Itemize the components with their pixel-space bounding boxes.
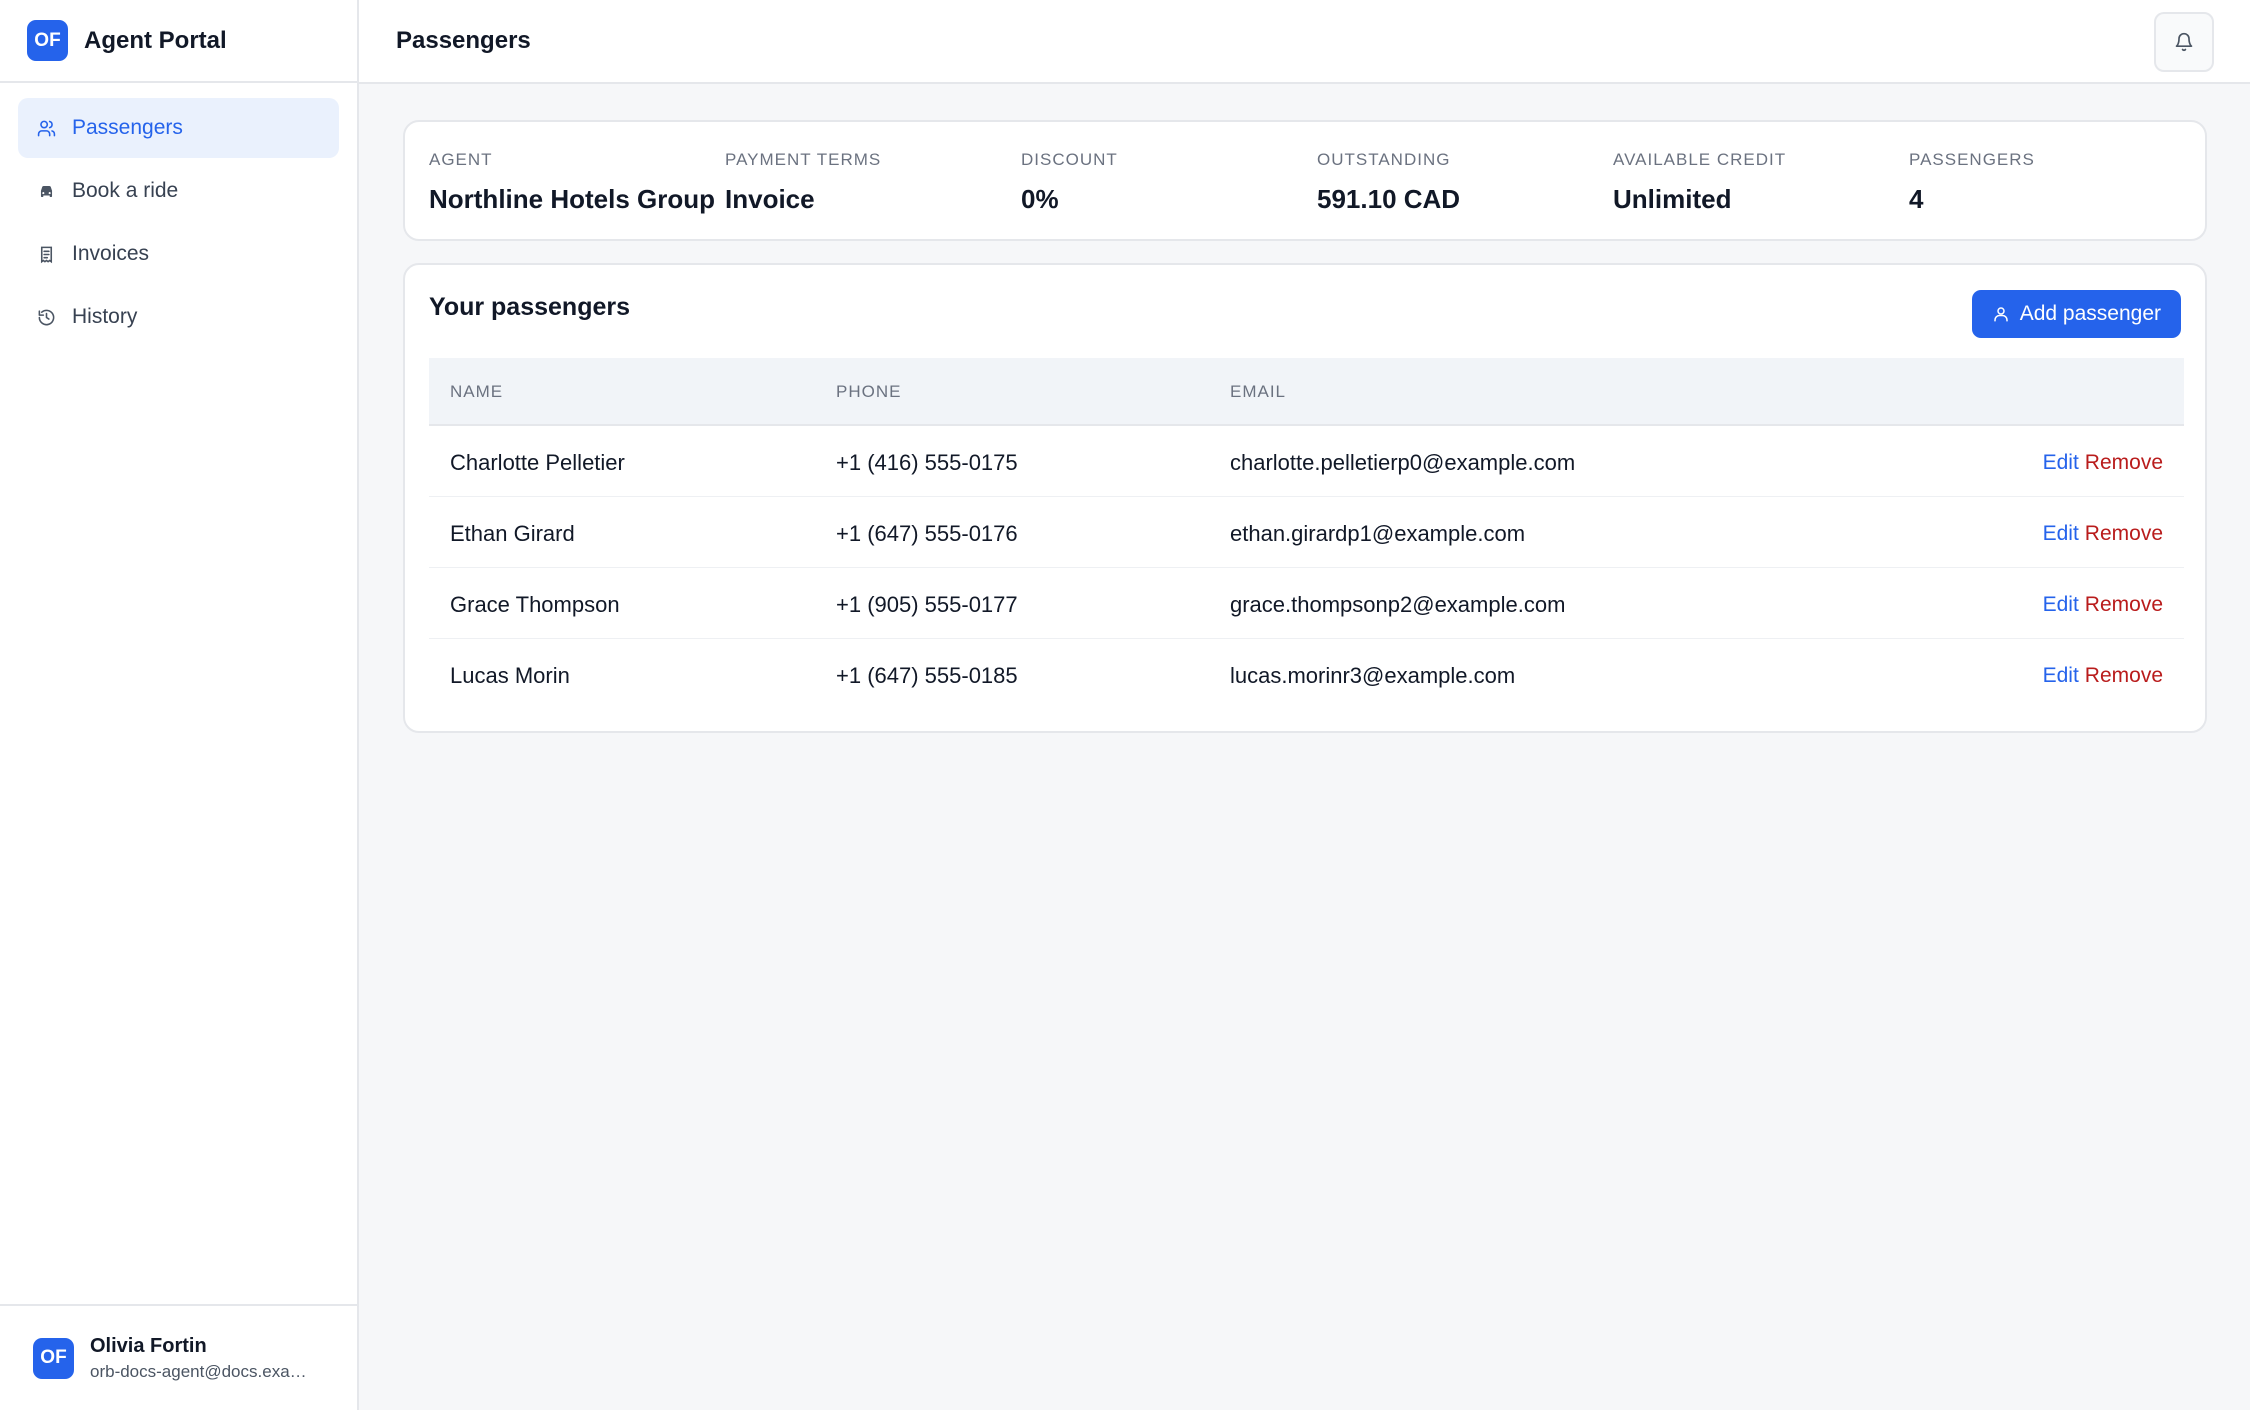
add-passenger-button[interactable]: Add passenger (1971, 290, 2181, 338)
passenger-phone: +1 (905) 555-0177 (836, 592, 1018, 617)
sidebar-item-invoices[interactable]: Invoices (18, 224, 339, 284)
table-row: Ethan Girard +1 (647) 555-0176 ethan.gir… (429, 497, 2184, 568)
passenger-email: lucas.morinr3@example.com (1230, 663, 1516, 688)
sidebar: OF Agent Portal Passengers Book a ride I… (0, 0, 359, 1410)
account-summary: Agent Northline Hotels Group Payment ter… (403, 120, 2207, 241)
edit-button[interactable]: Edit (2043, 593, 2079, 616)
passenger-phone: +1 (647) 555-0185 (836, 663, 1018, 688)
passenger-phone: +1 (647) 555-0176 (836, 521, 1018, 546)
column-header-phone[interactable]: Phone (836, 382, 901, 402)
stat-payment-terms: Payment terms Invoice (725, 150, 881, 215)
stat-label: Passengers (1909, 150, 2035, 169)
section-title: Your passengers (429, 293, 631, 321)
passenger-email: grace.thompsonp2@example.com (1230, 592, 1566, 617)
passenger-name: Charlotte Pelletier (450, 450, 625, 475)
passenger-name: Grace Thompson (450, 592, 620, 617)
passengers-table: Name Phone Email Charlotte Pelletier +1 … (429, 358, 2184, 710)
edit-button[interactable]: Edit (2043, 451, 2079, 474)
remove-button[interactable]: Remove (2085, 451, 2163, 474)
user-profile[interactable]: OF Olivia Fortin orb-docs-agent@docs.exa… (0, 1304, 357, 1410)
sidebar-item-label: Invoices (72, 242, 150, 265)
table-row: Charlotte Pelletier +1 (416) 555-0175 ch… (429, 426, 2184, 497)
sidebar-item-history[interactable]: History (18, 287, 339, 347)
stat-available-credit: Available credit Unlimited (1613, 150, 1786, 215)
stat-label: Outstanding (1317, 150, 1451, 169)
user-icon (1992, 305, 2020, 323)
remove-button[interactable]: Remove (2085, 664, 2163, 687)
avatar: OF (33, 1337, 74, 1379)
history-icon (36, 307, 56, 327)
page-title: Passengers (396, 27, 531, 54)
bell-icon (2174, 32, 2194, 52)
row-actions: Edit Remove (2043, 451, 2163, 475)
table-row: Lucas Morin +1 (647) 555-0185 lucas.mori… (429, 639, 2184, 710)
user-info: Olivia Fortin orb-docs-agent@docs.exampl… (90, 1335, 320, 1382)
sidebar-nav: Passengers Book a ride Invoices History (0, 83, 357, 365)
stat-discount: Discount 0% (1021, 150, 1118, 215)
stat-label: Agent (429, 150, 493, 169)
stat-value: Unlimited (1613, 184, 1732, 214)
passengers-card: Your passengers Add passenger Name Phone… (403, 263, 2207, 733)
passenger-name: Ethan Girard (450, 521, 575, 546)
sidebar-item-label: Passengers (72, 116, 183, 139)
column-header-name[interactable]: Name (450, 382, 503, 402)
stat-value: Northline Hotels Group (429, 184, 715, 214)
brand-logo: OF (27, 20, 68, 61)
edit-button[interactable]: Edit (2043, 522, 2079, 545)
stat-value: 0% (1021, 184, 1059, 214)
table-header: Name Phone Email (429, 358, 2184, 426)
sidebar-item-book-a-ride[interactable]: Book a ride (18, 161, 339, 221)
car-icon (36, 181, 56, 201)
row-actions: Edit Remove (2043, 522, 2163, 546)
edit-button[interactable]: Edit (2043, 664, 2079, 687)
stat-value: 591.10 CAD (1317, 184, 1461, 214)
passenger-phone: +1 (416) 555-0175 (836, 450, 1018, 475)
add-passenger-label: Add passenger (2019, 302, 2161, 325)
stat-passengers: Passengers 4 (1909, 150, 2035, 215)
stat-label: Payment terms (725, 150, 882, 169)
stat-label: Available credit (1613, 150, 1787, 169)
row-actions: Edit Remove (2043, 664, 2163, 688)
passenger-email: charlotte.pelletierp0@example.com (1230, 450, 1576, 475)
passenger-email: ethan.girardp1@example.com (1230, 521, 1526, 546)
receipt-icon (36, 244, 56, 264)
remove-button[interactable]: Remove (2085, 593, 2163, 616)
brand: OF Agent Portal (0, 0, 357, 83)
sidebar-item-label: History (72, 305, 138, 328)
stat-value: 4 (1909, 184, 1924, 214)
users-icon (36, 118, 56, 138)
stat-outstanding: Outstanding 591.10 CAD (1317, 150, 1460, 215)
table-row: Grace Thompson +1 (905) 555-0177 grace.t… (429, 568, 2184, 639)
sidebar-item-passengers[interactable]: Passengers (18, 98, 339, 158)
stat-agent: Agent Northline Hotels Group (429, 150, 715, 215)
header: Passengers (359, 0, 2250, 84)
stat-value: Invoice (725, 184, 815, 214)
notifications-button[interactable] (2154, 12, 2214, 72)
stat-label: Discount (1021, 150, 1118, 169)
app-title: Agent Portal (84, 26, 227, 54)
passenger-name: Lucas Morin (450, 663, 570, 688)
user-email: orb-docs-agent@docs.example.com (90, 1361, 320, 1381)
row-actions: Edit Remove (2043, 593, 2163, 617)
sidebar-item-label: Book a ride (72, 179, 179, 202)
user-name: Olivia Fortin (90, 1334, 207, 1357)
remove-button[interactable]: Remove (2085, 522, 2163, 545)
column-header-email[interactable]: Email (1230, 382, 1286, 402)
